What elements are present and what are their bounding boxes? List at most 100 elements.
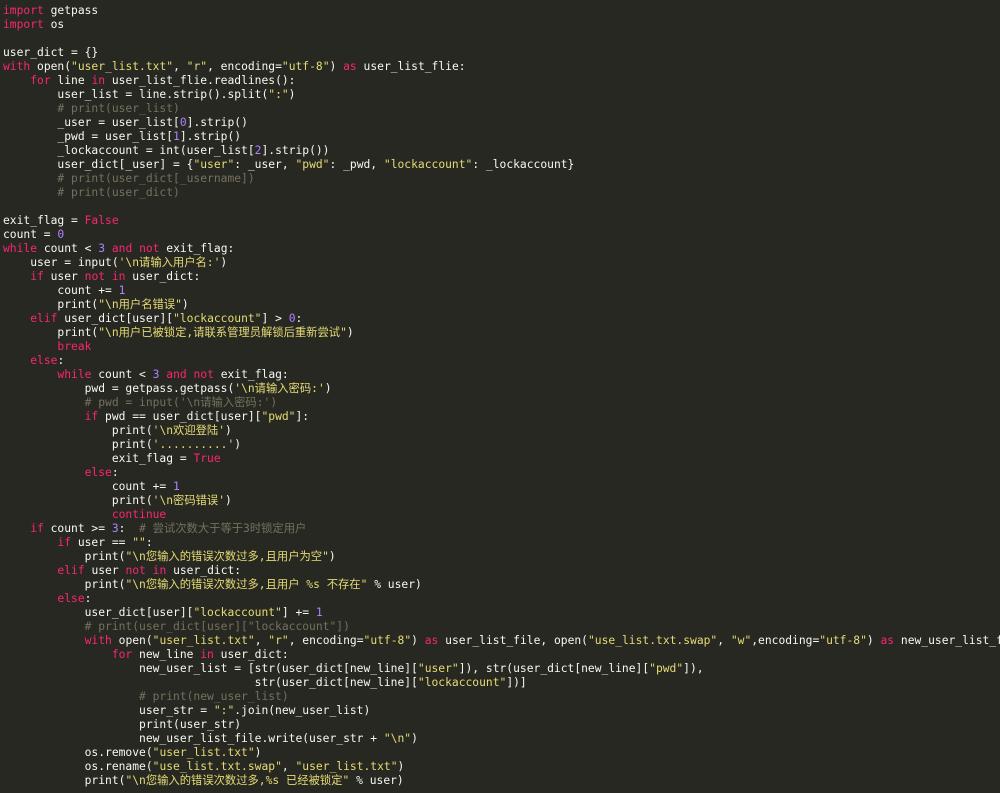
code-token: user_dict[_user] = { (3, 158, 194, 171)
code-token: , encoding= (207, 60, 282, 73)
code-line: new_user_list = [str(user_dict[new_line]… (3, 662, 1000, 676)
code-token: : _lockaccount} (472, 158, 575, 171)
keyword-token: not (125, 564, 146, 577)
code-token: : (57, 354, 65, 367)
code-token: new_user_list_file.write(user_str + (3, 732, 384, 745)
code-token: ) (181, 298, 189, 311)
code-token: count += (3, 284, 119, 297)
code-line: print(user_str) (3, 718, 1000, 732)
code-line: # print(user_dict[user]["lockaccount"]) (3, 620, 1000, 634)
code-token: , (281, 760, 296, 773)
string-token: "" (132, 536, 146, 549)
code-token: line (50, 74, 92, 87)
code-line: count += 1 (3, 284, 1000, 298)
keyword-token: as (343, 60, 357, 73)
code-token: print(user_str) (3, 718, 242, 731)
code-line: while count < 3 and not exit_flag: (3, 368, 1000, 382)
code-token: count < (37, 242, 99, 255)
code-token: exit_flag = (3, 214, 85, 227)
string-token: "user" (417, 662, 459, 675)
code-token: user_list_flie: (356, 60, 466, 73)
number-token: 1 (315, 606, 323, 619)
keyword-token: if (57, 536, 72, 549)
keyword-token: elif (57, 564, 85, 577)
code-line: with open("user_list.txt", "r", encoding… (3, 634, 1000, 648)
code-token: , (173, 60, 187, 73)
keyword-token: import (3, 18, 44, 31)
code-editor[interactable]: import getpass import os user_dict = {} wi… (0, 0, 1000, 793)
code-token: _user = user_list[ (3, 116, 180, 129)
code-token: ) (254, 746, 262, 759)
code-token: user_dict = {} (3, 46, 99, 59)
code-line: count += 1 (3, 480, 1000, 494)
comment-token: # 尝试次数大于等于3时锁定用户 (139, 522, 307, 535)
keyword-token: for (111, 648, 133, 661)
code-token: count += (3, 480, 174, 493)
code-token: ].strip() (179, 130, 242, 143)
comment-token: # print(user_dict) (3, 186, 180, 199)
code-line: os.rename("use_list.txt.swap", "user_lis… (3, 760, 1000, 774)
code-line: user_dict[user]["lockaccount"] += 1 (3, 606, 1000, 620)
code-token: _lockaccount = int(user_list[ (3, 144, 255, 157)
number-token: 1 (118, 284, 126, 297)
code-line: print("\n用户已被锁定,请联系管理员解锁后重新尝试") (3, 326, 1000, 340)
code-token: ) (328, 550, 336, 563)
code-token: pwd = getpass.getpass( (3, 382, 235, 395)
code-line: with open("user_list.txt", "r", encoding… (3, 60, 1000, 74)
string-token: "\n用户名错误" (98, 298, 182, 311)
code-token: open( (30, 60, 72, 73)
code-token: : (118, 522, 140, 535)
code-line: user_str = ":".join(new_user_list) (3, 704, 1000, 718)
code-line: new_user_list_file.write(user_str + "\n"… (3, 732, 1000, 746)
code-token: _pwd = user_list[ (3, 130, 174, 143)
code-token: ) (346, 326, 354, 339)
code-token: ) (234, 438, 242, 451)
code-line: elif user_dict[user]["lockaccount"] > 0: (3, 312, 1000, 326)
code-token: ) (866, 634, 881, 647)
code-token: print( (3, 438, 153, 451)
keyword-token: for (30, 74, 51, 87)
code-token: user_list_flie.readlines(): (105, 74, 296, 87)
string-token: ":" (268, 88, 289, 101)
string-token: "user" (193, 158, 235, 171)
code-token: % user) (349, 774, 404, 787)
code-token: print( (3, 424, 153, 437)
code-line: user_dict[_user] = {"user": _user, "pwd"… (3, 158, 1000, 172)
code-token: : _pwd, (329, 158, 384, 171)
code-line: exit_flag = True (3, 452, 1000, 466)
code-token: : (84, 592, 92, 605)
code-token: count >= (43, 522, 112, 535)
code-line: user = input('\n请输入用户名:') (3, 256, 1000, 270)
code-line: for new_line in user_dict: (3, 648, 1000, 662)
string-token: "\n您输入的错误次数过多,%s 已经被锁定" (125, 774, 350, 787)
string-token: "user_list.txt" (152, 746, 255, 759)
keyword-token: True (193, 452, 221, 465)
keyword-token: with (3, 60, 31, 73)
code-token: pwd == user_dict[user][ (98, 410, 262, 423)
keyword-token: in (200, 648, 214, 661)
code-line: continue (3, 508, 1000, 522)
code-line: exit_flag = False (3, 214, 1000, 228)
string-token: ":" (213, 704, 235, 717)
code-token: ,encoding= (751, 634, 820, 647)
keyword-token: and (166, 368, 187, 381)
code-token: ]: (295, 410, 310, 423)
code-token: user_list_file, open( (438, 634, 588, 647)
string-token: "lockaccount" (173, 312, 262, 325)
keyword-token: break (57, 340, 92, 353)
code-token: print( (3, 578, 126, 591)
number-token: 3 (111, 522, 119, 535)
keyword-token: and (111, 242, 133, 255)
code-line: print('\n密码错误') (3, 494, 1000, 508)
code-token: print( (3, 550, 126, 563)
